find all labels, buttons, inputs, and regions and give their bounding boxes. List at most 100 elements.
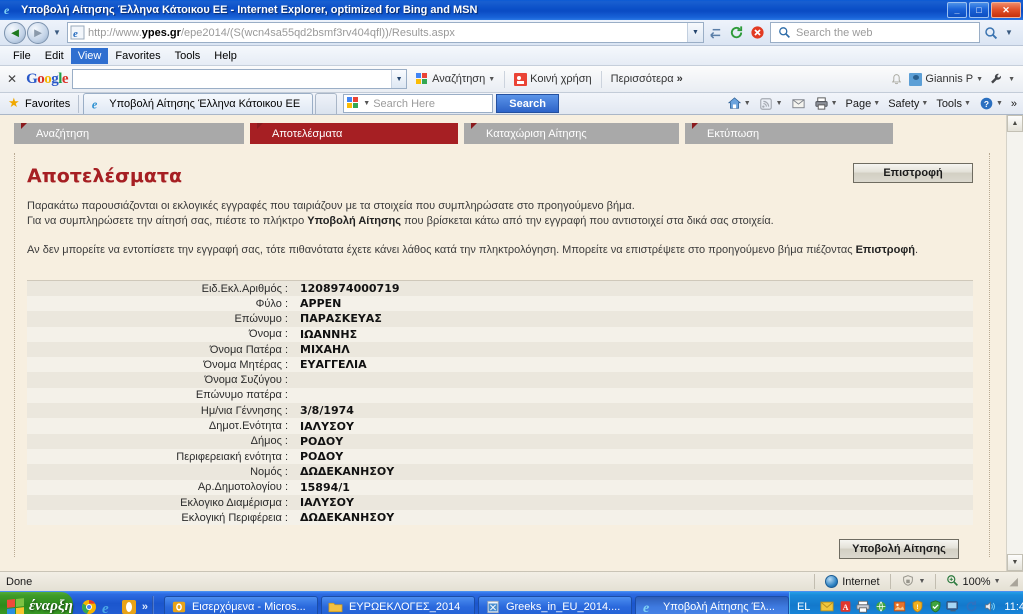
url-history-chevron-down-icon[interactable]: ▼ xyxy=(687,23,703,42)
task-button-folder[interactable]: ΕΥΡΩΕΚΛΟΓΕΣ_2014 xyxy=(320,595,475,614)
minimize-button[interactable]: _ xyxy=(947,2,967,18)
ie-search-input[interactable]: Search the web xyxy=(770,22,980,43)
chrome-icon[interactable] xyxy=(81,599,97,614)
row-label: Φύλο : xyxy=(255,297,288,310)
tools-menu-button[interactable]: Tools ▼ xyxy=(933,96,974,112)
task-button-excel[interactable]: Greeks_in_EU_2014.... xyxy=(477,595,632,614)
network-icon[interactable] xyxy=(874,600,888,614)
chevron-down-icon[interactable]: ▼ xyxy=(1008,76,1015,83)
start-button[interactable]: έναρξη xyxy=(0,591,73,614)
photo-icon[interactable] xyxy=(892,600,906,614)
menu-file[interactable]: File xyxy=(6,48,38,64)
refresh-icon[interactable] xyxy=(726,22,746,43)
chevron-down-icon[interactable]: ▼ xyxy=(831,100,838,107)
google-more-button[interactable]: Περισσότερα » xyxy=(606,71,688,87)
page-tab-search[interactable]: Αναζήτηση xyxy=(14,123,244,144)
clock[interactable]: 11:46 πμ xyxy=(1000,601,1023,613)
printer-icon[interactable] xyxy=(856,600,870,614)
google-search-button[interactable]: Αναζήτηση ▼ xyxy=(411,71,500,88)
page-tab-application[interactable]: Καταχώριση Αίτησης xyxy=(464,123,679,144)
task-label: Εισερχόμενα - Micros... xyxy=(191,600,306,613)
chevron-down-icon[interactable]: ▼ xyxy=(744,100,751,107)
record-table: Ειδ.Εκλ.Αριθμός : 1208974000719 Φύλο : ΑΡΡ… xyxy=(27,280,973,526)
safety-menu-button[interactable]: Safety ▼ xyxy=(885,96,931,112)
forward-arrow-icon[interactable]: ► xyxy=(27,21,49,44)
quicklaunch-overflow-icon[interactable]: » xyxy=(141,601,148,613)
mail-icon[interactable] xyxy=(820,600,834,614)
protected-mode[interactable]: ▼ xyxy=(895,574,932,590)
speaker-icon[interactable] xyxy=(982,600,996,614)
print-button[interactable]: ▼ xyxy=(811,94,841,113)
close-button[interactable]: ✕ xyxy=(991,2,1021,18)
compatibility-view-icon[interactable] xyxy=(705,22,725,43)
google-search-chevron-down-icon[interactable]: ▼ xyxy=(391,70,407,88)
maximize-button[interactable]: □ xyxy=(969,2,989,18)
toolbar-search-input[interactable]: ▼ Search Here xyxy=(343,94,494,113)
menu-favorites[interactable]: Favorites xyxy=(108,48,167,64)
row-label: Ημ/νια Γέννησης : xyxy=(200,404,288,417)
close-toolbar-icon[interactable]: ✕ xyxy=(4,72,22,86)
new-tab-button[interactable] xyxy=(315,93,338,114)
back-arrow-icon[interactable]: ◄ xyxy=(4,21,26,44)
chevron-down-icon[interactable]: ▼ xyxy=(994,578,1001,585)
browser-tab[interactable]: e Υποβολή Αίτησης Έλληνα Κάτοικου ΕΕ xyxy=(83,93,314,114)
recent-pages-chevron-down-icon[interactable]: ▼ xyxy=(50,28,64,37)
internet-explorer-icon[interactable]: e xyxy=(101,599,117,614)
home-button[interactable]: ▼ xyxy=(724,94,754,113)
mail-button[interactable] xyxy=(788,94,809,113)
scroll-up-button[interactable]: ▲ xyxy=(1007,115,1023,132)
task-button-internet-explorer[interactable]: e Υποβολή Αίτησης Έλ... xyxy=(634,595,789,614)
google-account-button[interactable]: Giannis P ▼ xyxy=(909,72,983,86)
menu-bar: File Edit View Favorites Tools Help xyxy=(0,46,1023,66)
shield-icon[interactable]: ! xyxy=(910,600,924,614)
back-button[interactable]: Επιστροφή xyxy=(853,163,973,183)
acrobat-icon[interactable]: A xyxy=(838,600,852,614)
table-row: Όνομα : ΙΩΑΝΝΗΣ xyxy=(27,326,973,342)
favorites-button[interactable]: ★ Favorites xyxy=(4,95,78,112)
wrench-settings-icon[interactable] xyxy=(988,72,1003,87)
page-menu-button[interactable]: Page ▼ xyxy=(843,96,884,112)
page-tab-results[interactable]: Αποτελέσματα xyxy=(250,123,458,144)
notification-bell-icon[interactable] xyxy=(889,72,904,87)
page-tab-print[interactable]: Εκτύπωση xyxy=(685,123,893,144)
chevron-down-icon[interactable]: ▼ xyxy=(976,76,983,83)
help-menu-button[interactable]: ? ▼ xyxy=(976,94,1006,113)
scrollbar-track[interactable] xyxy=(1007,132,1023,554)
chevron-down-icon[interactable]: ▼ xyxy=(488,76,495,83)
zoom-control[interactable]: 100% ▼ xyxy=(940,574,1006,590)
feeds-button[interactable]: ▼ xyxy=(756,94,786,113)
chevron-down-icon[interactable]: ▼ xyxy=(919,578,926,585)
opera-icon[interactable] xyxy=(121,599,137,614)
google-search-input[interactable]: ▼ xyxy=(72,69,408,89)
menu-help[interactable]: Help xyxy=(207,48,244,64)
page-scrollbar[interactable]: ▲ ▼ xyxy=(1006,115,1023,571)
search-provider-chevron-down-icon[interactable]: ▼ xyxy=(1002,28,1016,37)
task-button-outlook[interactable]: Εισερχόμενα - Micros... xyxy=(163,595,318,614)
stop-icon[interactable] xyxy=(747,22,767,43)
scroll-down-button[interactable]: ▼ xyxy=(1007,554,1023,571)
language-indicator[interactable]: EL xyxy=(795,601,816,613)
chevron-down-icon[interactable]: ▼ xyxy=(363,100,370,107)
search-submit-icon[interactable] xyxy=(981,22,1001,43)
address-bar: ◄ ► ▼ e http://www.ypes.gr/epe2014/(S(wc… xyxy=(0,20,1023,46)
chevron-down-icon[interactable]: ▼ xyxy=(873,100,880,107)
protected-mode-icon xyxy=(901,574,915,590)
search-button[interactable]: Search xyxy=(496,94,559,113)
menu-view[interactable]: View xyxy=(70,47,109,64)
command-overflow-button[interactable]: » xyxy=(1008,96,1020,112)
browser-tab-title: Υποβολή Αίτησης Έλληνα Κάτοικου ΕΕ xyxy=(109,98,301,110)
security-zone[interactable]: Internet xyxy=(819,575,885,588)
antivirus-icon[interactable] xyxy=(928,600,942,614)
chevron-down-icon[interactable]: ▼ xyxy=(921,100,928,107)
google-share-button[interactable]: Κοινή χρήση xyxy=(509,71,597,88)
menu-edit[interactable]: Edit xyxy=(38,48,71,64)
chevron-down-icon[interactable]: ▼ xyxy=(996,100,1003,107)
sync-icon[interactable] xyxy=(964,600,978,614)
row-value: ΔΩΔΕΚΑΝΗΣΟΥ xyxy=(300,465,395,479)
submit-application-button[interactable]: Υποβολή Αίτησης xyxy=(839,539,959,560)
menu-tools[interactable]: Tools xyxy=(168,48,208,64)
resize-grip-icon[interactable]: ◢ xyxy=(1007,575,1021,588)
url-input[interactable]: e http://www.ypes.gr/epe2014/(S(wcn4sa55… xyxy=(67,22,704,43)
monitor-icon[interactable] xyxy=(946,600,960,614)
chevron-down-icon[interactable]: ▼ xyxy=(964,100,971,107)
